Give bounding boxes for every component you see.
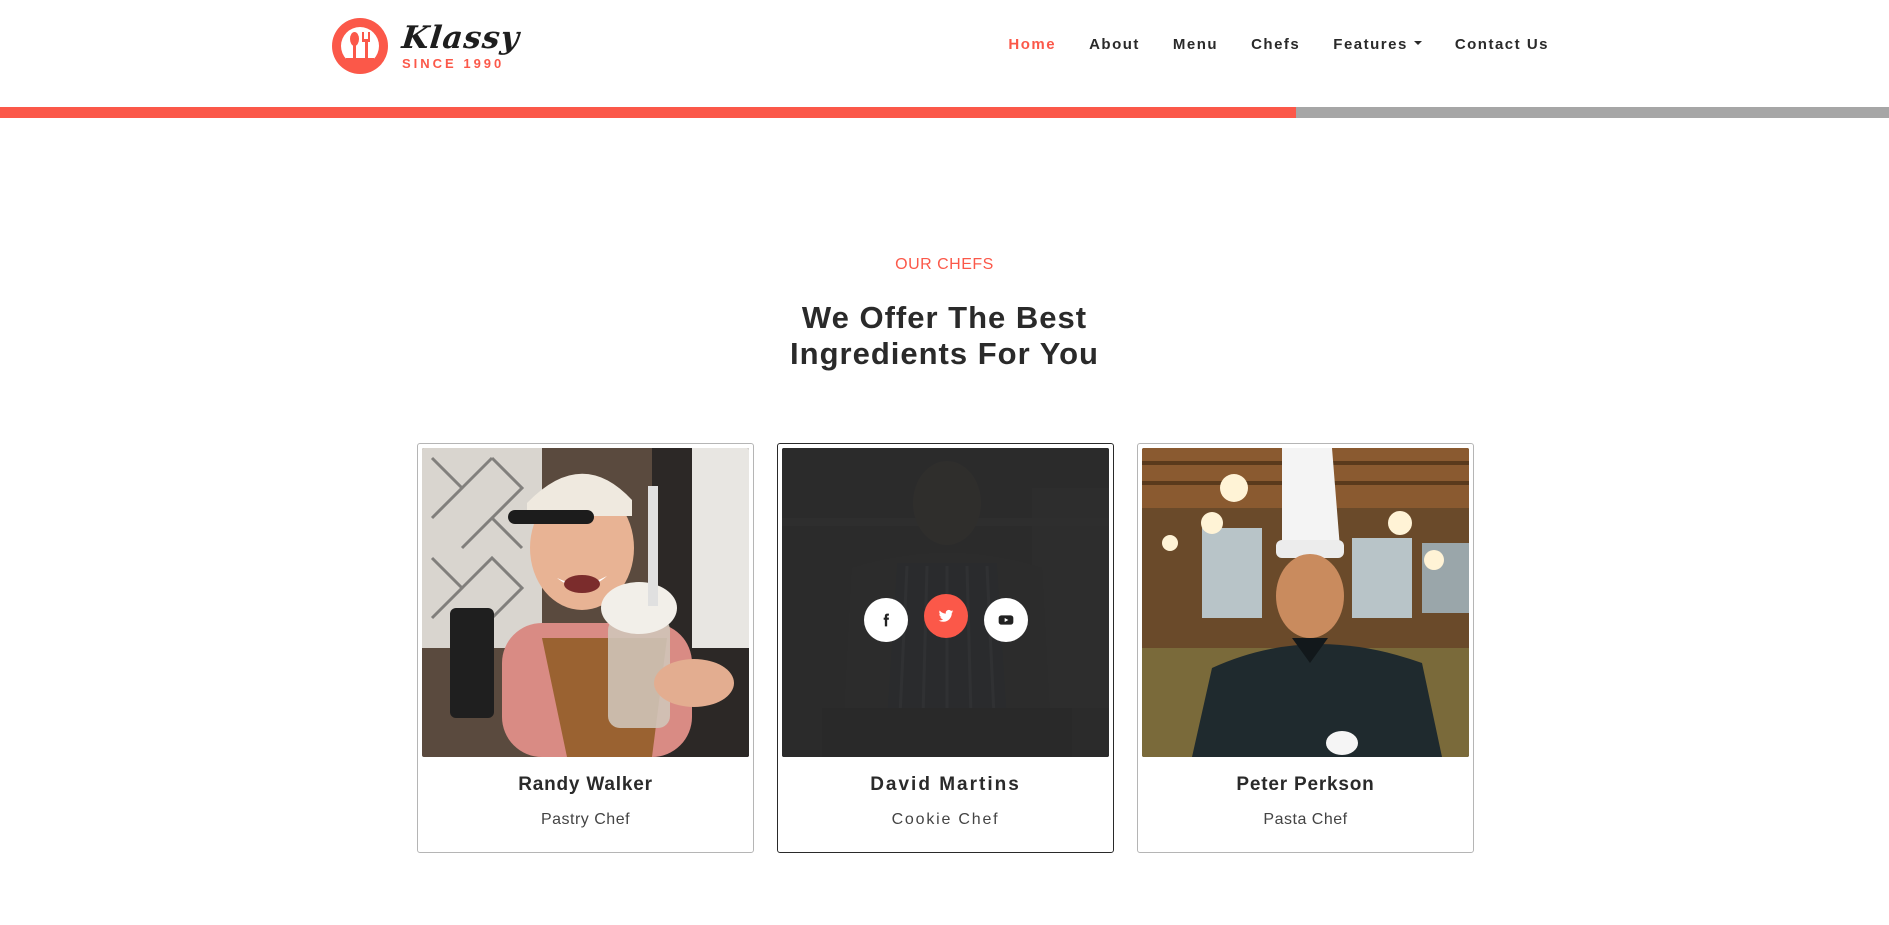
brand-since: SINCE 1990 — [402, 56, 505, 71]
chef-card[interactable]: Peter Perkson Pasta Chef — [1137, 443, 1474, 853]
nav-features-label: Features — [1333, 36, 1408, 53]
chef-photo — [782, 448, 1109, 757]
twitter-button[interactable] — [923, 594, 968, 638]
site-header: Klassy SINCE 1990 Home About Menu Chefs … — [0, 0, 1889, 106]
facebook-button[interactable] — [863, 598, 908, 642]
chef-photo — [422, 448, 749, 757]
caret-down-icon — [1413, 41, 1422, 46]
chef-role: Pasta Chef — [1263, 811, 1348, 828]
chef-photo — [1142, 448, 1469, 757]
twitter-icon — [938, 609, 953, 622]
brand-name: Klassy — [400, 20, 522, 56]
logo-text: Klassy SINCE 1990 — [400, 20, 522, 71]
chef-role: Pastry Chef — [540, 811, 631, 828]
youtube-button[interactable] — [983, 598, 1028, 642]
section-eyebrow: OUR CHEFS — [895, 256, 994, 273]
section-title-line2: Ingredients For You — [790, 336, 1099, 371]
nav-menu[interactable]: Menu — [1173, 36, 1218, 53]
main-nav: Home About Menu Chefs Features Contact U… — [975, 36, 1549, 53]
scroll-progress-bar — [0, 107, 1889, 118]
section-title-line1: We Offer The Best — [801, 300, 1088, 335]
chef-name: Randy Walker — [518, 774, 653, 795]
section-title: We Offer The Best Ingredients For You — [0, 300, 1889, 372]
social-links — [782, 594, 1109, 642]
nav-about[interactable]: About — [1089, 36, 1140, 53]
chef-cards: Randy Walker Pastry Chef David Martins C… — [417, 443, 1474, 853]
facebook-icon — [883, 613, 889, 627]
chef-name: David Martins — [870, 774, 1021, 795]
nav-contact[interactable]: Contact Us — [1455, 36, 1549, 53]
scroll-progress-fill — [0, 107, 1296, 118]
chef-card[interactable]: Randy Walker Pastry Chef — [417, 443, 754, 853]
brand-logo[interactable]: Klassy SINCE 1990 — [332, 18, 522, 74]
chef-card[interactable]: David Martins Cookie Chef — [777, 443, 1114, 853]
chef-name: Peter Perkson — [1236, 774, 1375, 795]
hover-overlay — [782, 448, 1109, 757]
nav-home[interactable]: Home — [1008, 36, 1056, 53]
youtube-icon — [998, 615, 1013, 625]
chef-role: Cookie Chef — [891, 811, 1000, 828]
logo-emblem-icon — [332, 18, 388, 74]
nav-chefs[interactable]: Chefs — [1251, 36, 1300, 53]
nav-features-dropdown[interactable]: Features — [1333, 36, 1422, 53]
